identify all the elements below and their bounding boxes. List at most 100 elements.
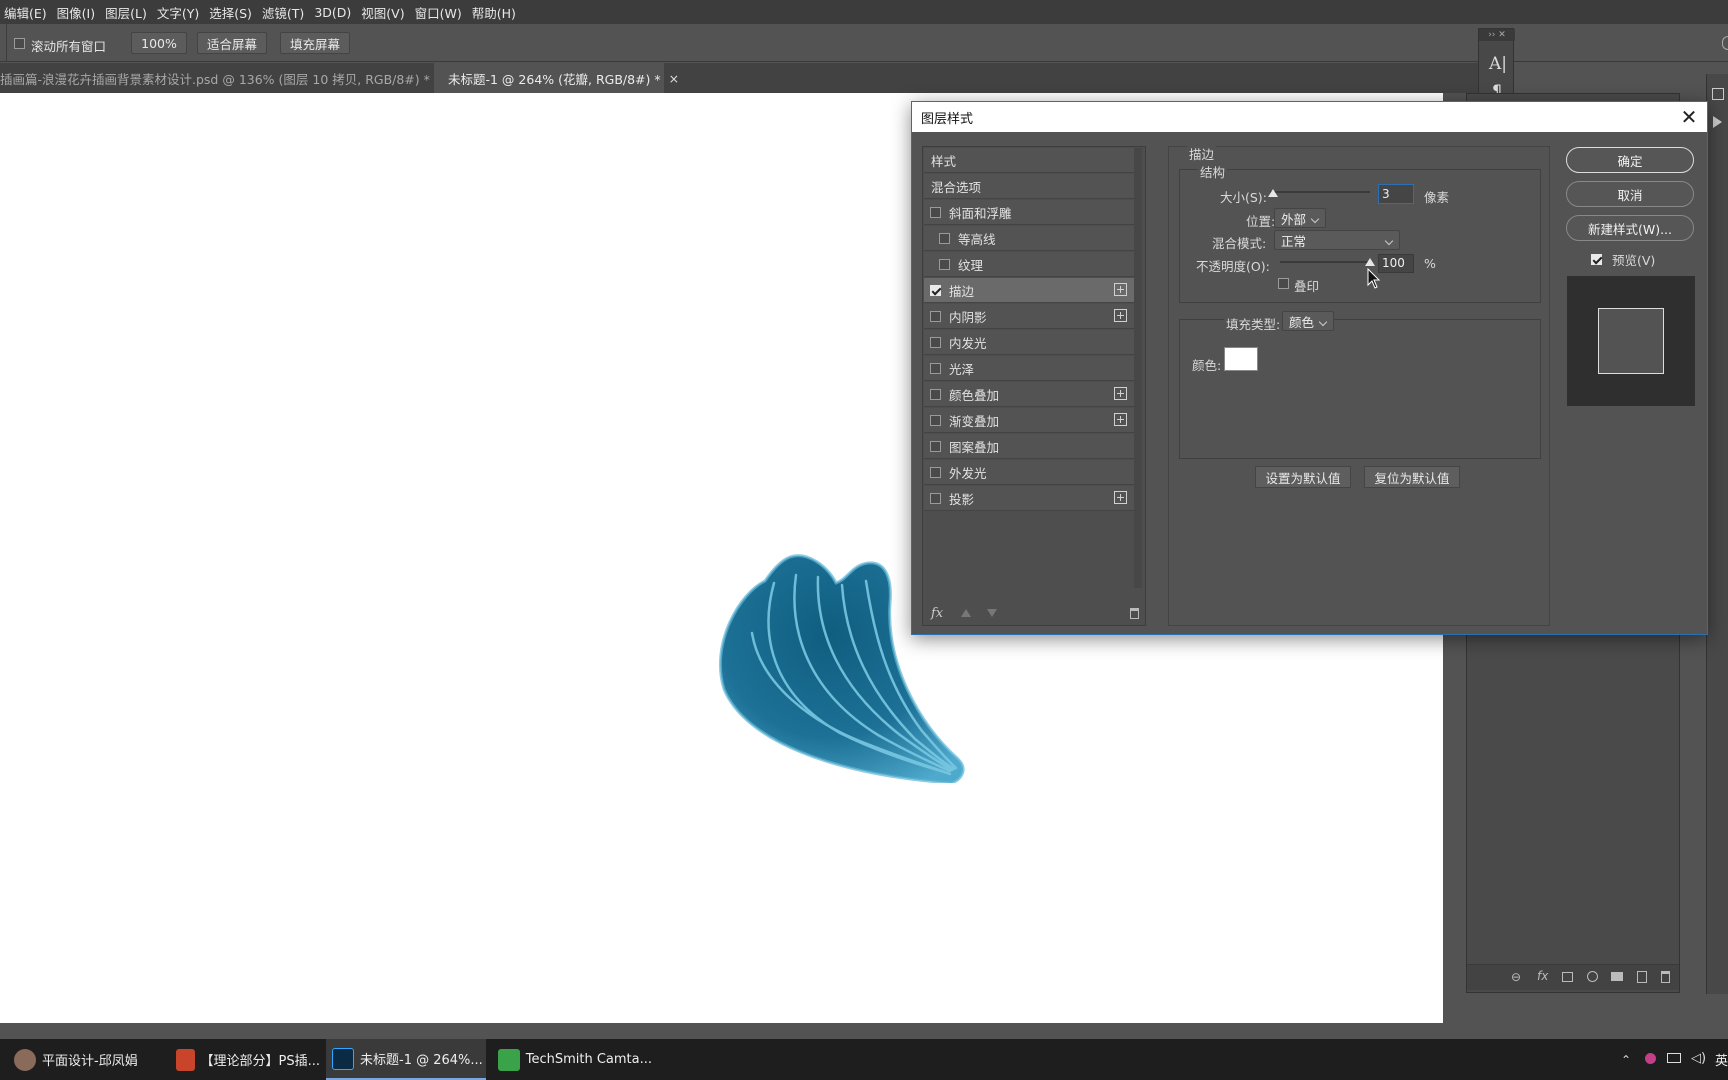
cancel-button[interactable]: 取消 (1566, 181, 1694, 207)
menu-edit[interactable]: 编辑(E) (4, 3, 47, 22)
style-item-checkbox[interactable] (930, 362, 941, 374)
fill-screen-button[interactable]: 填充屏幕 (280, 32, 350, 54)
color-label: 颜色: (1192, 358, 1222, 373)
menu-image[interactable]: 图像(I) (57, 3, 95, 22)
style-item[interactable]: 斜面和浮雕 (924, 200, 1135, 225)
size-input[interactable]: 3 (1378, 184, 1414, 204)
ok-button[interactable]: 确定 (1566, 147, 1694, 173)
menu-3d[interactable]: 3D(D) (314, 5, 351, 20)
add-effect-icon[interactable] (1114, 413, 1127, 426)
taskbar-item-label: 未标题-1 @ 264%... (360, 1053, 483, 1068)
style-item[interactable]: 光泽 (924, 356, 1135, 381)
panel-icon[interactable] (1712, 88, 1724, 100)
move-down-icon[interactable] (987, 609, 997, 617)
fill-type-dropdown[interactable]: 颜色 (1282, 311, 1334, 331)
menu-select[interactable]: 选择(S) (209, 3, 252, 22)
tab-document-2[interactable]: 未标题-1 @ 264% (花瓣, RGB/8#) * × (434, 63, 679, 93)
menu-filter[interactable]: 滤镜(T) (262, 3, 304, 22)
menu-window[interactable]: 窗口(W) (415, 3, 462, 22)
play-icon[interactable] (1713, 116, 1722, 128)
blend-mode-dropdown[interactable]: 正常 (1274, 230, 1400, 250)
style-item[interactable]: 内阴影 (924, 304, 1135, 329)
style-item-label: 内发光 (949, 335, 987, 351)
input-language[interactable]: 英 (1715, 1050, 1728, 1069)
set-default-button[interactable]: 设置为默认值 (1255, 466, 1351, 488)
add-effect-icon[interactable] (1114, 491, 1127, 504)
style-item[interactable]: 描边 (924, 278, 1135, 303)
trash-icon[interactable] (1661, 971, 1670, 983)
adjustment-icon[interactable] (1587, 971, 1598, 982)
close-icon[interactable]: ✕ (1677, 105, 1701, 129)
menu-layer[interactable]: 图层(L) (105, 3, 147, 22)
size-slider[interactable] (1270, 191, 1370, 193)
fx-icon[interactable]: fx (1537, 969, 1548, 983)
trash-icon[interactable] (1130, 608, 1139, 619)
preview-checkbox[interactable] (1591, 254, 1602, 265)
network-icon[interactable] (1667, 1053, 1681, 1063)
collapse-icon[interactable]: ›› ✕ (1479, 29, 1515, 41)
volume-icon[interactable]: ◁) (1691, 1051, 1706, 1066)
style-item-checkbox[interactable] (930, 492, 941, 504)
style-item[interactable]: 渐变叠加 (924, 408, 1135, 433)
character-panel-icon[interactable]: A| (1489, 54, 1507, 74)
taskbar: 平面设计-邱凤娟 【理论部分】PS插... 未标题-1 @ 264%... TechS… (0, 1039, 1728, 1080)
style-item-checkbox[interactable] (930, 414, 941, 426)
reset-default-button[interactable]: 复位为默认值 (1364, 466, 1460, 488)
styles-header[interactable]: 样式 (924, 148, 1135, 173)
position-dropdown[interactable]: 外部 (1274, 208, 1326, 228)
add-effect-icon[interactable] (1114, 387, 1127, 400)
style-item-checkbox[interactable] (930, 388, 941, 400)
taskbar-item[interactable]: TechSmith Camta... (492, 1039, 652, 1080)
search-icon[interactable] (1722, 36, 1728, 50)
style-item-checkbox[interactable] (939, 232, 950, 244)
fit-screen-button[interactable]: 适合屏幕 (197, 32, 267, 54)
close-icon[interactable]: × (669, 71, 679, 86)
style-item[interactable]: 颜色叠加 (924, 382, 1135, 407)
move-up-icon[interactable] (961, 609, 971, 617)
styles-scrollbar[interactable] (1134, 148, 1142, 588)
style-item-checkbox[interactable] (930, 336, 941, 348)
menu-type[interactable]: 文字(Y) (157, 3, 199, 22)
style-item-checkbox[interactable] (930, 310, 941, 322)
zoom-value[interactable]: 100% (131, 32, 187, 54)
chevron-up-icon[interactable]: ⌃ (1621, 1053, 1631, 1067)
new-layer-icon[interactable] (1637, 971, 1647, 983)
add-effect-icon[interactable] (1114, 309, 1127, 322)
taskbar-item[interactable]: 未标题-1 @ 264%... (326, 1039, 486, 1080)
overprint-checkbox[interactable] (1278, 278, 1289, 289)
opacity-slider-handle[interactable] (1365, 258, 1375, 266)
style-item[interactable]: 外发光 (924, 460, 1135, 485)
style-item[interactable]: 内发光 (924, 330, 1135, 355)
new-style-button[interactable]: 新建样式(W)... (1566, 215, 1694, 241)
color-swatch[interactable] (1224, 347, 1258, 371)
dialog-title-bar[interactable]: 图层样式 (912, 102, 1707, 132)
taskbar-item[interactable]: 【理论部分】PS插... (170, 1039, 320, 1080)
style-item[interactable]: 投影 (924, 486, 1135, 511)
style-item[interactable]: 等高线 (924, 226, 1135, 251)
link-icon[interactable]: ⊖ (1511, 970, 1521, 984)
folder-icon[interactable] (1611, 972, 1623, 981)
style-item-checkbox[interactable] (930, 466, 941, 478)
style-item-label: 内阴影 (949, 309, 987, 325)
menu-bar: 编辑(E) 图像(I) 图层(L) 文字(Y) 选择(S) 滤镜(T) 3D(D… (0, 0, 1728, 24)
camtasia-icon (498, 1048, 520, 1071)
tray-app-icon[interactable] (1645, 1053, 1656, 1064)
opacity-slider[interactable] (1280, 261, 1372, 263)
style-item-checkbox[interactable] (930, 284, 941, 296)
blend-options-item[interactable]: 混合选项 (924, 174, 1135, 199)
menu-view[interactable]: 视图(V) (361, 3, 404, 22)
fx-icon[interactable]: fx (931, 606, 943, 621)
taskbar-item[interactable]: 平面设计-邱凤娟 (8, 1039, 158, 1080)
menu-help[interactable]: 帮助(H) (472, 3, 516, 22)
style-item-checkbox[interactable] (939, 258, 950, 270)
style-item[interactable]: 图案叠加 (924, 434, 1135, 459)
style-item-checkbox[interactable] (930, 206, 941, 218)
style-item[interactable]: 纹理 (924, 252, 1135, 277)
add-effect-icon[interactable] (1114, 283, 1127, 296)
tab-document-1[interactable]: 插画篇-浪漫花卉插画背景素材设计.psd @ 136% (图层 10 拷贝, R… (0, 63, 448, 93)
style-item-checkbox[interactable] (930, 440, 941, 452)
size-slider-handle[interactable] (1268, 189, 1278, 197)
scroll-all-checkbox[interactable] (14, 38, 25, 49)
opacity-input[interactable]: 100 (1378, 254, 1414, 273)
mask-icon[interactable] (1562, 972, 1573, 982)
